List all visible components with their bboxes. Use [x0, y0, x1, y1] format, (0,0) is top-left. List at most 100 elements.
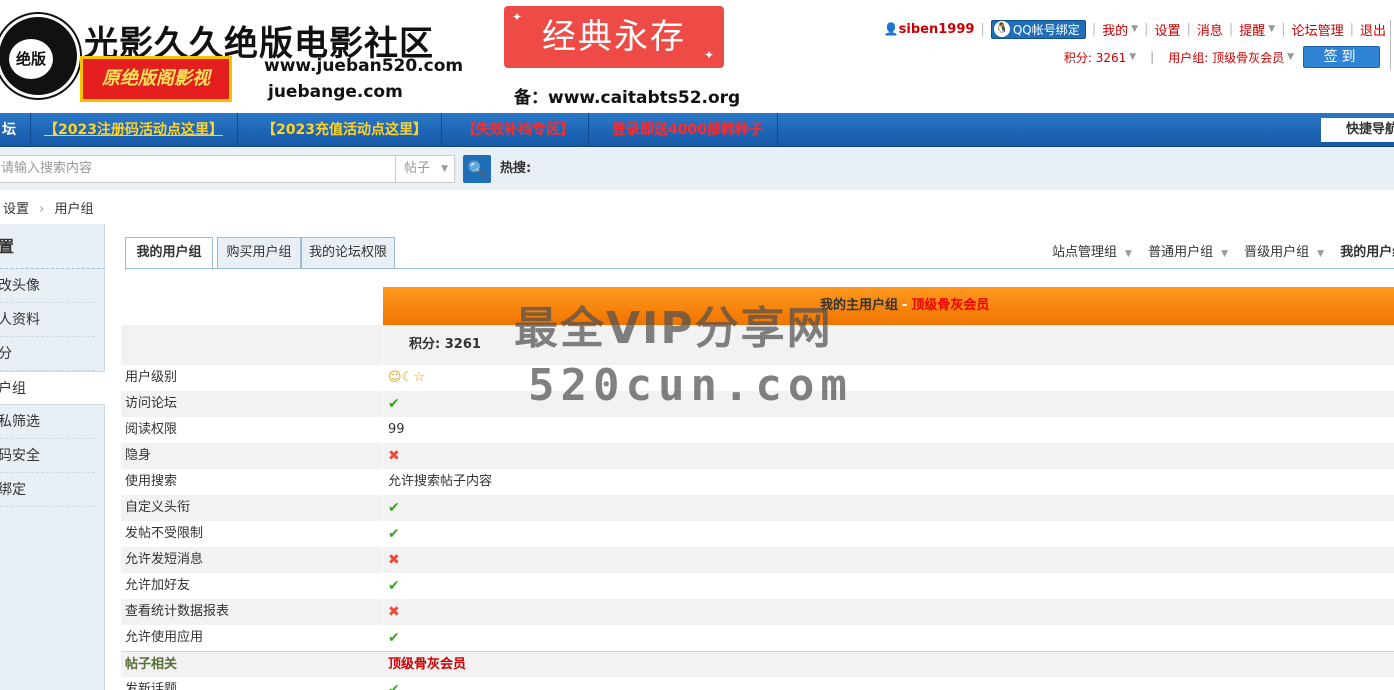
usergroup-header-name: 顶级骨灰会员: [911, 298, 990, 313]
chevron-down-icon: ▼: [1317, 249, 1325, 259]
check-icon: ✔: [388, 396, 400, 412]
chevron-down-icon: ▼: [1131, 24, 1139, 34]
group-category-nav: 站点管理组 ▼ 普通用户组 ▼ 晋级用户组 ▼ 我的用户组: [1052, 242, 1394, 264]
sidebar-item-profile[interactable]: 人资料: [0, 303, 95, 337]
chevron-down-icon: ▼: [1268, 24, 1276, 34]
check-icon: ✔: [388, 630, 400, 646]
perm-label: 使用搜索: [125, 474, 178, 489]
sidebar-title: 置: [0, 224, 105, 269]
points-menu[interactable]: 积分: 3261: [1064, 49, 1126, 66]
backup-domain: 备：www.caitabts52.org: [514, 88, 741, 108]
search-bar: 请输入搜索内容 帖子 ▼ 🔍 热搜:: [0, 147, 1394, 190]
usergroup-menu[interactable]: 用户组: 顶级骨灰会员: [1168, 49, 1284, 66]
tab-buy-usergroup[interactable]: 购买用户组: [217, 237, 301, 269]
user-level-icons: ☺☾☆: [388, 365, 425, 391]
quick-nav-button[interactable]: 快捷导航: [1321, 118, 1394, 142]
sparkle-icon: ✦: [512, 10, 525, 24]
chevron-right-icon: ›: [39, 202, 45, 217]
logo-text: 绝版: [9, 39, 53, 79]
perm-label: 查看统计数据报表: [125, 604, 230, 619]
sidebar-item-usergroup[interactable]: 户组: [0, 371, 105, 405]
nav-item-recharge-promo[interactable]: 【2023充值活动点这里】: [248, 113, 442, 147]
cross-icon: ✖: [388, 448, 400, 464]
settings-link[interactable]: 设置: [1154, 20, 1180, 39]
search-type-label: 帖子: [404, 161, 431, 176]
tab-forum-permissions[interactable]: 我的论坛权限: [301, 237, 395, 269]
table-row: 发新话题 ✔: [121, 677, 1394, 690]
check-icon: ✔: [388, 578, 400, 594]
perm-label: 隐身: [125, 448, 152, 463]
sidebar-item-points[interactable]: 分: [0, 337, 95, 371]
score-value: 积分: 3261: [409, 337, 481, 352]
nav-item-login-bonus[interactable]: 登录即送4000部韩种子: [598, 113, 778, 147]
username-link[interactable]: siben1999: [899, 22, 975, 37]
group-nav-promoted[interactable]: 晋级用户组: [1244, 245, 1309, 260]
main-nav: 坛 【2023注册码活动点这里】 【2023充值活动点这里】 【失效补档专区】 …: [0, 113, 1394, 147]
chevron-down-icon: ▼: [1129, 52, 1137, 62]
divider: [382, 495, 383, 521]
sidebar-item-security[interactable]: 码安全: [0, 439, 95, 473]
divider: [125, 268, 1394, 269]
perm-label: 发帖不受限制: [125, 526, 204, 541]
perm-label: 阅读权限: [125, 422, 178, 437]
section-group-name: 顶级骨灰会员: [388, 657, 467, 672]
watermark-line-2: 520cun.com: [528, 360, 853, 411]
qq-bind-label: QQ帐号绑定: [1012, 22, 1080, 37]
qq-bind-button[interactable]: 🐧 QQ帐号绑定: [990, 19, 1086, 39]
separator: |: [1228, 21, 1234, 37]
separator: |: [1281, 21, 1286, 37]
tab-my-usergroup[interactable]: 我的用户组: [125, 237, 213, 270]
group-nav-normal[interactable]: 普通用户组: [1148, 245, 1213, 260]
user-stats: 积分: 3261 ▼ | 用户组: 顶级骨灰会员 ▼: [1064, 46, 1294, 68]
separator: |: [1349, 21, 1354, 37]
check-icon: ✔: [388, 682, 400, 690]
perm-value: 99: [388, 422, 405, 437]
nav-item-reupload-zone[interactable]: 【失效补档专区】: [448, 113, 589, 147]
star-icon: ☆: [413, 370, 425, 385]
perm-value: 允许搜索帖子内容: [388, 474, 493, 489]
check-icon: ✔: [388, 526, 400, 542]
breadcrumb: 设置 › 用户组: [3, 198, 94, 218]
perm-label: 自定义头衔: [125, 500, 191, 515]
sidebar-item-binding[interactable]: 绑定: [0, 473, 95, 507]
table-row: 允许使用应用 ✔: [121, 625, 1394, 651]
checkin-button[interactable]: 签到: [1303, 46, 1380, 68]
cross-icon: ✖: [388, 552, 400, 568]
table-row: 允许发短消息 ✖: [121, 547, 1394, 573]
separator: |: [1091, 21, 1097, 37]
breadcrumb-usergroup[interactable]: 用户组: [55, 202, 94, 217]
separator: |: [1186, 21, 1191, 37]
divider: [382, 547, 383, 573]
group-nav-admin[interactable]: 站点管理组: [1052, 245, 1117, 260]
messages-link[interactable]: 消息: [1197, 20, 1223, 39]
hot-search-label: 热搜:: [500, 161, 532, 176]
separator: |: [1150, 50, 1155, 64]
check-icon: ✔: [388, 500, 400, 516]
chevron-down-icon: ▼: [1287, 52, 1294, 62]
search-type-select[interactable]: 帖子 ▼: [395, 155, 455, 183]
user-toolbar: 👤 siben1999 | 🐧 QQ帐号绑定 | 我的 ▼ | 设置 | 消息 …: [884, 18, 1386, 40]
nav-item-forum[interactable]: 坛: [0, 113, 31, 147]
breadcrumb-settings[interactable]: 设置: [3, 202, 29, 217]
perm-label: 允许发短消息: [125, 552, 204, 567]
mine-menu[interactable]: 我的: [1102, 20, 1128, 39]
nav-item-register-promo[interactable]: 【2023注册码活动点这里】: [30, 113, 238, 147]
divider: [382, 391, 383, 417]
group-nav-mine[interactable]: 我的用户组: [1340, 245, 1394, 260]
table-row: 使用搜索 允许搜索帖子内容: [121, 469, 1394, 495]
sidebar-item-avatar[interactable]: 改头像: [0, 269, 95, 303]
logo-icon[interactable]: 绝版: [0, 14, 80, 98]
sidebar-item-privacy[interactable]: 私筛选: [0, 405, 95, 439]
forum-admin-link[interactable]: 论坛管理: [1292, 20, 1344, 39]
search-button[interactable]: 🔍: [463, 155, 491, 183]
sparkle-icon: ✦: [703, 48, 716, 62]
chevron-down-icon: ▼: [1221, 249, 1229, 259]
qq-icon: 🐧: [993, 21, 1010, 37]
section-label: 帖子相关: [125, 657, 178, 672]
logout-link[interactable]: 退出: [1360, 20, 1386, 39]
reminders-link[interactable]: 提醒: [1239, 20, 1265, 39]
search-input[interactable]: 请输入搜索内容: [0, 155, 396, 183]
site-header: 绝版 光影久久绝版电影社区 原绝版阁影视 www.jueban520.com j…: [0, 0, 1394, 113]
perm-label: 允许加好友: [125, 578, 191, 593]
domain-primary: www.jueban520.com: [264, 56, 464, 76]
